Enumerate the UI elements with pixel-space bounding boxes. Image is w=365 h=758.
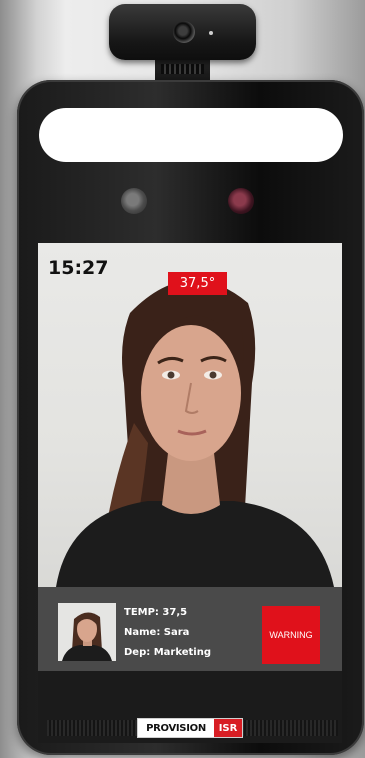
face-thumbnail-image [62,612,112,661]
recognition-info-bar: TEMP: 37,5 Name: Sara Dep: Marketing WAR… [38,587,342,671]
person-details: TEMP: 37,5 Name: Sara Dep: Marketing [124,603,211,663]
person-name: Name: Sara [124,627,190,638]
person-department: Dep: Marketing [124,647,212,658]
speaker-grille-right [234,720,338,736]
logo-text-isr: ISR [214,719,242,737]
warning-badge: WARNING [262,606,320,664]
clock: 15:27 [48,257,109,279]
thermal-sensor-icon [228,188,254,214]
provision-isr-logo: PROVISION ISR [137,718,243,738]
temp-reading: TEMP: 37,5 [124,607,188,618]
face-thumbnail [58,603,116,661]
camera-unit [109,4,256,60]
ir-sensor-icon [121,188,147,214]
speaker-grille-left [47,720,151,736]
temperature-badge: 37,5° [168,272,227,295]
display-screen: 15:27 37,5° TEMP: 37,5 Name: Sara Dep: M… [38,243,342,743]
logo-text-main: PROVISION [138,719,214,737]
device-body: 15:27 37,5° TEMP: 37,5 Name: Sara Dep: M… [17,80,364,755]
camera-lens-icon [173,21,195,43]
camera-view: 15:27 37,5° [38,243,342,587]
light-panel [39,108,343,162]
camera-indicator-icon [209,31,213,35]
